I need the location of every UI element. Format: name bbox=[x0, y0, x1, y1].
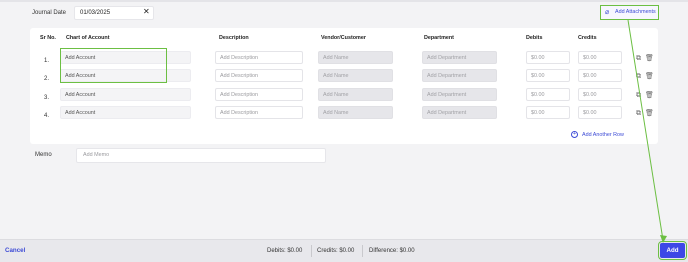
trash-icon[interactable]: 🗑 bbox=[645, 54, 654, 62]
credit-input[interactable]: $0.00 bbox=[578, 106, 622, 119]
divider bbox=[362, 245, 363, 257]
debits-total: Debits: $0.00 bbox=[267, 248, 303, 254]
debit-input[interactable]: $0.00 bbox=[526, 106, 570, 119]
row-number: 2. bbox=[44, 76, 50, 82]
vendor-customer-select[interactable]: Add Name bbox=[318, 88, 393, 101]
header-vendor-customer: Vendor/Customer bbox=[321, 35, 366, 41]
paperclip-icon: ⌀ bbox=[605, 9, 610, 16]
copy-icon[interactable]: ⧉ bbox=[636, 92, 641, 100]
department-select[interactable]: Add Department bbox=[422, 51, 497, 64]
description-input[interactable]: Add Description bbox=[215, 51, 303, 64]
debit-input[interactable]: $0.00 bbox=[526, 51, 570, 64]
copy-icon[interactable]: ⧉ bbox=[636, 73, 641, 81]
description-input[interactable]: Add Description bbox=[215, 88, 303, 101]
header-sr-no: Sr No. bbox=[40, 35, 56, 41]
add-attachments-button[interactable]: ⌀ Add Attachments bbox=[600, 5, 659, 20]
divider bbox=[311, 245, 312, 257]
description-input[interactable]: Add Description bbox=[215, 69, 303, 82]
debit-input[interactable]: $0.00 bbox=[526, 69, 570, 82]
journal-lines-panel bbox=[30, 28, 658, 144]
memo-input[interactable]: Add Memo bbox=[76, 148, 326, 163]
plus-circle-icon: + bbox=[571, 131, 578, 138]
description-input[interactable]: Add Description bbox=[215, 106, 303, 119]
credits-total: Credits: $0.00 bbox=[317, 248, 355, 254]
vendor-customer-select[interactable]: Add Name bbox=[318, 106, 393, 119]
top-divider bbox=[0, 0, 688, 2]
trash-icon[interactable]: 🗑 bbox=[645, 109, 654, 117]
difference-total: Difference: $0.00 bbox=[369, 248, 415, 254]
highlight-box bbox=[60, 48, 167, 83]
department-select[interactable]: Add Department bbox=[422, 106, 497, 119]
trash-icon[interactable]: 🗑 bbox=[645, 91, 654, 99]
add-row-label: Add Another Row bbox=[582, 131, 624, 138]
copy-icon[interactable]: ⧉ bbox=[636, 55, 641, 63]
add-attachments-label: Add Attachments bbox=[615, 9, 656, 15]
cancel-button[interactable]: Cancel bbox=[5, 247, 25, 254]
close-icon[interactable]: ✕ bbox=[143, 7, 150, 16]
header-description: Description bbox=[219, 35, 249, 41]
account-select[interactable]: Add Account bbox=[60, 106, 191, 119]
add-button[interactable]: Add bbox=[658, 241, 687, 260]
copy-icon[interactable]: ⧉ bbox=[636, 110, 641, 118]
header-debits: Debits bbox=[526, 35, 543, 41]
memo-label: Memo bbox=[35, 152, 52, 158]
header-chart-of-account: Chart of Account bbox=[66, 35, 110, 41]
credit-input[interactable]: $0.00 bbox=[578, 69, 622, 82]
department-select[interactable]: Add Department bbox=[422, 69, 497, 82]
credit-input[interactable]: $0.00 bbox=[578, 51, 622, 64]
account-select[interactable]: Add Account bbox=[60, 88, 191, 101]
vendor-customer-select[interactable]: Add Name bbox=[318, 51, 393, 64]
credit-input[interactable]: $0.00 bbox=[578, 88, 622, 101]
header-credits: Credits bbox=[578, 35, 597, 41]
row-number: 3. bbox=[44, 95, 50, 101]
trash-icon[interactable]: 🗑 bbox=[645, 72, 654, 80]
header-department: Department bbox=[424, 35, 454, 41]
debit-input[interactable]: $0.00 bbox=[526, 88, 570, 101]
vendor-customer-select[interactable]: Add Name bbox=[318, 69, 393, 82]
row-number: 4. bbox=[44, 113, 50, 119]
journal-date-input[interactable]: 01/03/2025 bbox=[74, 6, 154, 20]
add-another-row-button[interactable]: + Add Another Row bbox=[571, 131, 624, 138]
department-select[interactable]: Add Department bbox=[422, 88, 497, 101]
row-number: 1. bbox=[44, 58, 50, 64]
journal-date-label: Journal Date bbox=[32, 10, 67, 16]
